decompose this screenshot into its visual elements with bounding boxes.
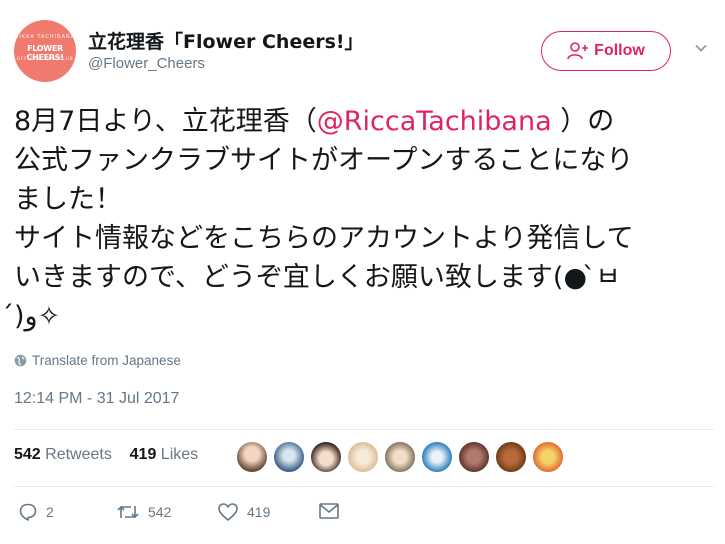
reply-icon	[19, 503, 37, 521]
liker-avatar[interactable]	[532, 441, 564, 473]
like-button[interactable]: 419	[217, 502, 270, 522]
avatar[interactable]: RIKKA TACHIBANA FLOWER CHEERS! OFFICIAL …	[14, 20, 76, 82]
message-button[interactable]	[318, 502, 340, 520]
likes-stat[interactable]: 419 Likes	[130, 446, 199, 463]
reply-count: 2	[46, 504, 54, 520]
retweet-count: 542	[148, 504, 172, 520]
tweet-text-segment: ）の	[551, 106, 615, 137]
liker-avatar[interactable]	[236, 441, 268, 473]
retweets-label: Retweets	[45, 446, 112, 463]
liker-avatar[interactable]	[458, 441, 490, 473]
liker-avatar[interactable]	[310, 441, 342, 473]
liker-avatar[interactable]	[273, 441, 305, 473]
mention-link[interactable]: @RiccaTachibana	[317, 106, 552, 137]
liker-avatar[interactable]	[347, 441, 379, 473]
tweet-timestamp[interactable]: 12:14 PM - 31 Jul 2017	[14, 390, 179, 408]
retweets-stat[interactable]: 542 Retweets	[14, 446, 112, 463]
tweet-line: ́)ﻭ✧	[14, 301, 61, 332]
retweet-button[interactable]: 542	[116, 502, 171, 522]
envelope-icon	[319, 503, 339, 519]
translate-label: Translate from Japanese	[32, 353, 181, 368]
tweet-header: RIKKA TACHIBANA FLOWER CHEERS! OFFICIAL …	[0, 0, 725, 100]
tweet-text: 8月7日より、立花理香（@RiccaTachibana ）の 公式ファンクラブサ…	[14, 102, 714, 336]
translate-link[interactable]: Translate from Japanese	[14, 353, 181, 368]
author-handle[interactable]: @Flower_Cheers	[88, 55, 205, 72]
reply-button[interactable]: 2	[18, 502, 54, 522]
avatar-top-text: RIKKA TACHIBANA	[14, 34, 76, 40]
tweet-line: 公式ファンクラブサイトがオープンすることになり	[14, 145, 634, 176]
tweet-line: いきますので、どうぞ宜しくお願い致します(● ̀ㅂ	[14, 262, 621, 293]
divider	[14, 429, 714, 430]
likes-count: 419	[129, 446, 157, 463]
tweet-line: 8月7日より、立花理香（@RiccaTachibana ）の	[14, 102, 714, 141]
likes-label: Likes	[160, 446, 199, 463]
liker-avatar[interactable]	[421, 441, 453, 473]
tweet-text-segment: 8月7日より、立花理香（	[14, 106, 317, 137]
divider	[14, 486, 714, 487]
avatar-bottom-text: OFFICIAL FAN CLUB	[16, 57, 74, 62]
liker-avatar[interactable]	[495, 441, 527, 473]
follow-button[interactable]: Follow	[541, 31, 671, 71]
liker-avatar[interactable]	[384, 441, 416, 473]
follow-label: Follow	[594, 42, 645, 59]
globe-icon	[14, 354, 27, 367]
retweet-icon	[117, 505, 139, 519]
retweets-count: 542	[14, 446, 41, 463]
heart-icon	[218, 503, 238, 521]
chevron-down-icon[interactable]	[694, 41, 708, 55]
like-count: 419	[247, 504, 271, 520]
tweet-line: ました！	[14, 184, 122, 215]
author-name[interactable]: 立花理香「Flower Cheers!」	[88, 27, 364, 54]
add-user-icon	[567, 42, 589, 60]
tweet-stats: 542 Retweets 419 Likes	[14, 446, 198, 464]
tweet-line: サイト情報などをこちらのアカウントより発信して	[14, 223, 634, 254]
